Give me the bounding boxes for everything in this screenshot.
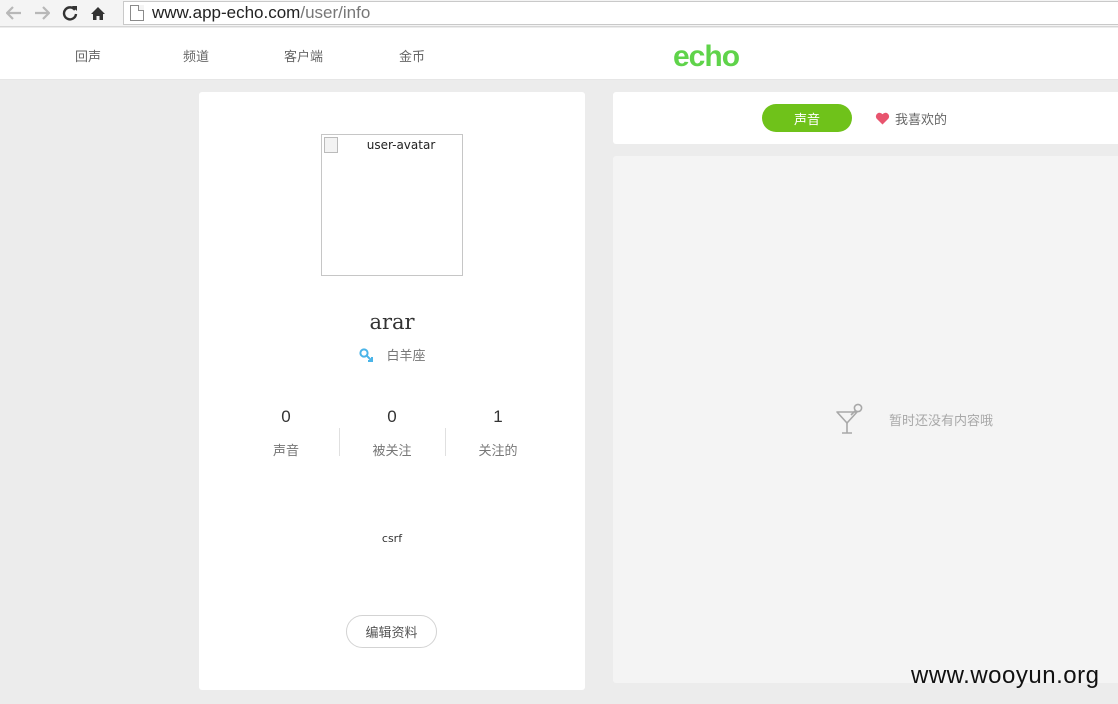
page-icon: [130, 5, 144, 21]
tab-likes-label: 我喜欢的: [895, 113, 948, 128]
nav-item-channels[interactable]: 频道: [183, 46, 209, 65]
home-icon[interactable]: [84, 0, 112, 27]
back-icon[interactable]: [0, 0, 28, 27]
content-tabs: 声音 我喜欢的: [613, 92, 1118, 144]
watermark: www.wooyun.org: [911, 662, 1100, 689]
empty-state-text: 暂时还没有内容哦: [889, 413, 994, 429]
site-logo[interactable]: echo: [673, 42, 740, 72]
avatar-alt-text: user-avatar: [366, 138, 436, 152]
stat-following[interactable]: 1 关注的: [445, 408, 551, 460]
avatar: user-avatar: [321, 134, 463, 276]
stat-label: 关注的: [478, 444, 518, 459]
tab-likes[interactable]: 我喜欢的: [875, 109, 947, 128]
nav-item-client[interactable]: 客户端: [284, 46, 323, 65]
browser-toolbar: www.app-echo.com/user/info: [0, 0, 1118, 27]
user-bio: csrf: [381, 532, 403, 545]
content-panel: 暂时还没有内容哦: [613, 156, 1118, 683]
stat-value: 0: [387, 407, 397, 426]
stat-sounds[interactable]: 0 声音: [233, 408, 339, 460]
heart-icon: [875, 112, 890, 125]
broken-image-icon: [324, 137, 338, 153]
stats-row: 0 声音 0 被关注 1 关注的: [233, 408, 551, 460]
nav-item-echo[interactable]: 回声: [75, 46, 101, 65]
reload-icon[interactable]: [56, 0, 84, 27]
nav-item-coins[interactable]: 金币: [399, 46, 425, 65]
stat-label: 声音: [272, 444, 299, 459]
edit-profile-button[interactable]: 编辑资料: [346, 615, 437, 648]
stat-label: 被关注: [372, 444, 412, 459]
stat-value: 0: [281, 407, 291, 426]
empty-state: 暂时还没有内容哦: [835, 402, 993, 436]
cocktail-icon: [836, 403, 863, 434]
profile-card: user-avatar arar 白羊座 0 声音 0 被关注 1 关注的 cs…: [199, 92, 585, 690]
url-text: www.app-echo.com/user/info: [152, 3, 371, 22]
stat-followers[interactable]: 0 被关注: [339, 408, 445, 460]
site-header: 回声 频道 客户端 金币 echo: [0, 28, 1118, 80]
tab-sounds[interactable]: 声音: [762, 104, 852, 132]
username: arar: [369, 310, 415, 334]
forward-icon[interactable]: [28, 0, 56, 27]
male-gender-icon: [359, 347, 374, 362]
stat-value: 1: [493, 407, 503, 426]
address-bar[interactable]: www.app-echo.com/user/info: [123, 1, 1118, 25]
zodiac-label: 白羊座: [386, 349, 426, 364]
zodiac-row: 白羊座: [199, 345, 585, 364]
